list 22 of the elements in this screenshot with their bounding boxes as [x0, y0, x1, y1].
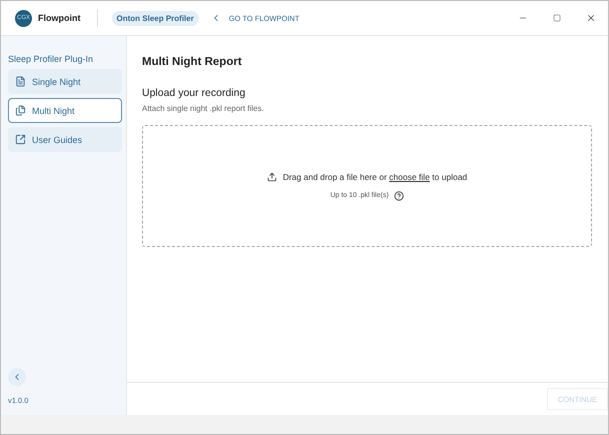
maximize-icon [553, 14, 561, 22]
product-badge: Onton Sleep Profiler [112, 10, 199, 26]
app-name: Flowpoint [38, 13, 80, 23]
close-icon [586, 13, 596, 23]
help-icon[interactable] [394, 190, 404, 200]
sidebar-item-label: Multi Night [32, 106, 75, 116]
sidebar-item[interactable]: Single Night [8, 69, 122, 94]
sidebar-item-label: Single Night [32, 76, 81, 86]
choose-file-link[interactable]: choose file [389, 172, 430, 182]
sidebar-item-label: User Guides [32, 134, 82, 144]
sidebar-item[interactable]: Multi Night [8, 98, 122, 123]
sidebar-title: Sleep Profiler Plug-In [8, 54, 94, 64]
upload-icon [266, 172, 277, 182]
documents-icon [15, 105, 26, 116]
section-hint: Attach single night .pkl report files. [142, 104, 265, 113]
collapse-button[interactable] [8, 368, 26, 386]
page-title: Multi Night Report [142, 56, 243, 68]
document-icon [15, 76, 26, 87]
section-title: Upload your recording [142, 87, 246, 99]
dropzone-text: Drag and drop a file here or choose file to upload [282, 172, 468, 182]
sidebar-item[interactable]: User Guides [8, 127, 122, 152]
external-link-icon [15, 134, 26, 145]
